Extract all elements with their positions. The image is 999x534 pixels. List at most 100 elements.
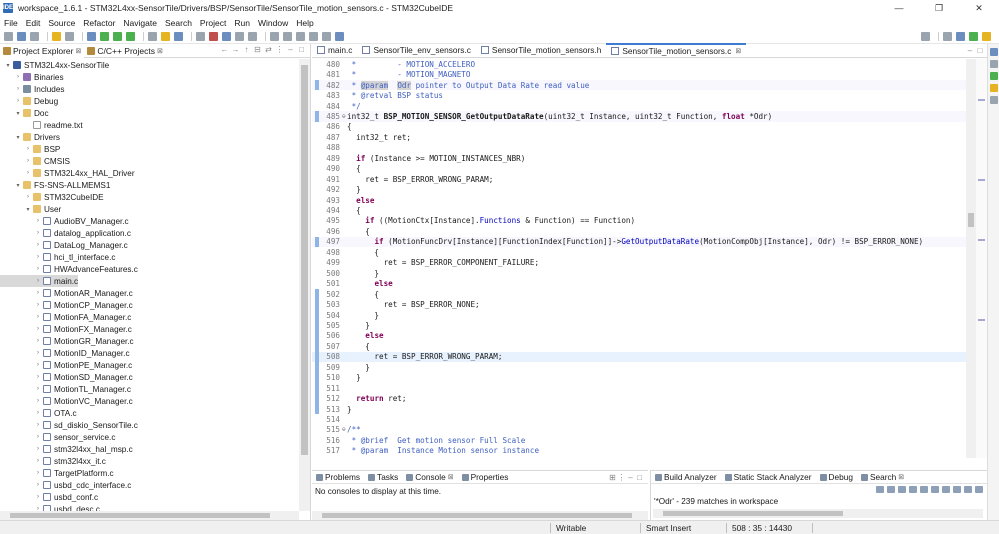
tree-item[interactable]: › STM32L4xx_HAL_Driver — [0, 167, 135, 179]
tree-item[interactable]: › MotionFX_Manager.c — [0, 323, 132, 335]
code-line[interactable]: 490 { — [312, 164, 975, 174]
code-line[interactable]: 512 return ret; — [312, 393, 975, 403]
tree-item[interactable]: › MotionCP_Manager.c — [0, 299, 133, 311]
cpp-perspective-icon[interactable] — [956, 32, 965, 41]
menu-help[interactable]: Help — [296, 18, 313, 28]
collapsed-arrow-icon[interactable]: › — [34, 410, 42, 416]
code-line[interactable]: 513} — [312, 404, 975, 414]
info-icon[interactable] — [335, 31, 344, 41]
rerun-search-icon[interactable] — [942, 485, 950, 493]
build-config-icon[interactable] — [65, 31, 74, 41]
code-line[interactable]: 506 else — [312, 331, 975, 341]
collapsed-arrow-icon[interactable]: › — [34, 482, 42, 488]
collapsed-arrow-icon[interactable]: › — [34, 326, 42, 332]
code-line[interactable]: 517 * @param Instance Motion sensor inst… — [312, 446, 975, 456]
terminate-icon[interactable] — [209, 31, 218, 41]
code-line[interactable]: 504 } — [312, 310, 975, 320]
scrollbar-thumb[interactable] — [968, 213, 974, 227]
panel-tab[interactable]: Search ⊠ — [856, 472, 909, 482]
collapsed-arrow-icon[interactable]: › — [34, 434, 42, 440]
expanded-arrow-icon[interactable]: ▾ — [14, 182, 22, 189]
view-menu-icon[interactable]: ⋮ — [275, 45, 284, 55]
insert-mode-status[interactable]: Smart Insert — [646, 523, 691, 533]
minimize-icon[interactable]: – — [965, 46, 975, 55]
collapsed-arrow-icon[interactable]: › — [34, 242, 42, 248]
collapsed-arrow-icon[interactable]: › — [34, 374, 42, 380]
code-line[interactable]: 491 ret = BSP_ERROR_WRONG_PARAM; — [312, 174, 975, 184]
collapsed-arrow-icon[interactable]: › — [34, 398, 42, 404]
close-icon[interactable]: ⊠ — [735, 47, 741, 55]
tree-item[interactable]: › MotionFA_Manager.c — [0, 311, 131, 323]
minimize-icon[interactable]: – — [626, 473, 635, 482]
collapsed-arrow-icon[interactable]: › — [34, 278, 42, 284]
menu-project[interactable]: Project — [200, 18, 226, 28]
code-line[interactable]: 493 else — [312, 195, 975, 205]
menu-file[interactable]: File — [4, 18, 18, 28]
maximize-icon[interactable]: □ — [635, 473, 644, 482]
collapsed-arrow-icon[interactable]: › — [14, 86, 22, 92]
panel-tab[interactable]: Properties — [458, 472, 513, 482]
code-line[interactable]: 505 } — [312, 320, 975, 330]
new-icon[interactable] — [4, 31, 13, 41]
code-line[interactable]: 508 ret = BSP_ERROR_WRONG_PARAM; — [312, 351, 975, 363]
close-icon[interactable]: ⊠ — [448, 473, 454, 481]
tree-item[interactable]: readme.txt — [0, 119, 83, 131]
minimize-icon[interactable]: – — [286, 45, 295, 55]
tree-item[interactable]: › MotionAR_Manager.c — [0, 287, 133, 299]
mark-occurrences-icon[interactable] — [222, 31, 231, 41]
sfrs-icon[interactable] — [989, 84, 998, 92]
collapsed-arrow-icon[interactable]: › — [34, 254, 42, 260]
panel-tab[interactable]: Build Analyzer — [651, 472, 721, 482]
panel-tab[interactable]: Tasks — [364, 472, 402, 482]
expand-all-icon[interactable] — [920, 485, 928, 493]
open-type-icon[interactable] — [161, 31, 170, 41]
tree-item[interactable]: › Binaries — [0, 71, 64, 83]
tree-item[interactable]: › MotionVC_Manager.c — [0, 395, 133, 407]
collapsed-arrow-icon[interactable]: › — [14, 74, 22, 80]
tree-item[interactable]: › STM32CubeIDE — [0, 191, 104, 203]
collapsed-arrow-icon[interactable]: › — [34, 422, 42, 428]
code-line[interactable]: 502 { — [312, 289, 975, 299]
maximize-button[interactable]: ❐ — [919, 0, 959, 16]
occurrence-marker[interactable] — [978, 179, 985, 181]
editor-tab[interactable]: SensorTile_motion_sensors.c ⊠ — [606, 43, 747, 57]
run-icon[interactable] — [100, 31, 109, 41]
occurrence-marker[interactable] — [978, 99, 985, 101]
tree-item[interactable]: › sensor_service.c — [0, 431, 115, 443]
tree-item[interactable]: › MotionGR_Manager.c — [0, 335, 134, 347]
pin-icon[interactable] — [975, 485, 983, 493]
forward-icon[interactable]: → — [231, 45, 240, 55]
tree-item[interactable]: ▾ User — [0, 203, 61, 215]
tree-vertical-scrollbar[interactable] — [299, 59, 310, 511]
code-line[interactable]: 496 { — [312, 226, 975, 236]
collapsed-arrow-icon[interactable]: › — [14, 98, 22, 104]
previous-annotation-icon[interactable] — [283, 31, 292, 41]
code-line[interactable]: 494 { — [312, 205, 975, 215]
collapsed-arrow-icon[interactable]: › — [34, 386, 42, 392]
tab-project-explorer[interactable]: Project Explorer ⊠ — [0, 43, 85, 58]
scrollbar-thumb[interactable] — [663, 511, 843, 516]
project-tree[interactable]: ▾ STM32L4xx-SensorTile › Binaries › Includes ›… — [0, 59, 298, 511]
up-icon[interactable]: ↑ — [242, 45, 251, 55]
editor-tab[interactable]: SensorTile_motion_sensors.h — [476, 43, 606, 57]
code-line[interactable]: 488 — [312, 143, 975, 153]
code-line[interactable]: 484 */ — [312, 101, 975, 111]
console-horizontal-scrollbar[interactable] — [312, 511, 648, 520]
close-icon[interactable]: ⊠ — [75, 47, 81, 55]
maximize-icon[interactable]: □ — [975, 46, 985, 55]
tree-item[interactable]: › stm32l4xx_hal_msp.c — [0, 443, 133, 455]
editor-vertical-scrollbar[interactable] — [966, 59, 976, 458]
open-console-icon[interactable]: ⊞ — [608, 473, 617, 482]
code-line[interactable]: 486 { — [312, 122, 975, 132]
code-line[interactable]: 480 * - MOTION_ACCELERO — [312, 59, 975, 69]
back-icon[interactable]: ← — [220, 45, 229, 55]
tree-item[interactable]: › datalog_application.c — [0, 227, 131, 239]
build-icon[interactable] — [52, 31, 61, 41]
minimize-button[interactable]: — — [879, 0, 919, 16]
panel-tab[interactable]: Console ⊠ — [402, 472, 458, 482]
tree-item[interactable]: › HWAdvanceFeatures.c — [0, 263, 138, 275]
collapsed-arrow-icon[interactable]: › — [34, 338, 42, 344]
tree-item[interactable]: › Debug — [0, 95, 58, 107]
occurrence-marker[interactable] — [978, 239, 985, 241]
collapsed-arrow-icon[interactable]: › — [24, 158, 32, 164]
